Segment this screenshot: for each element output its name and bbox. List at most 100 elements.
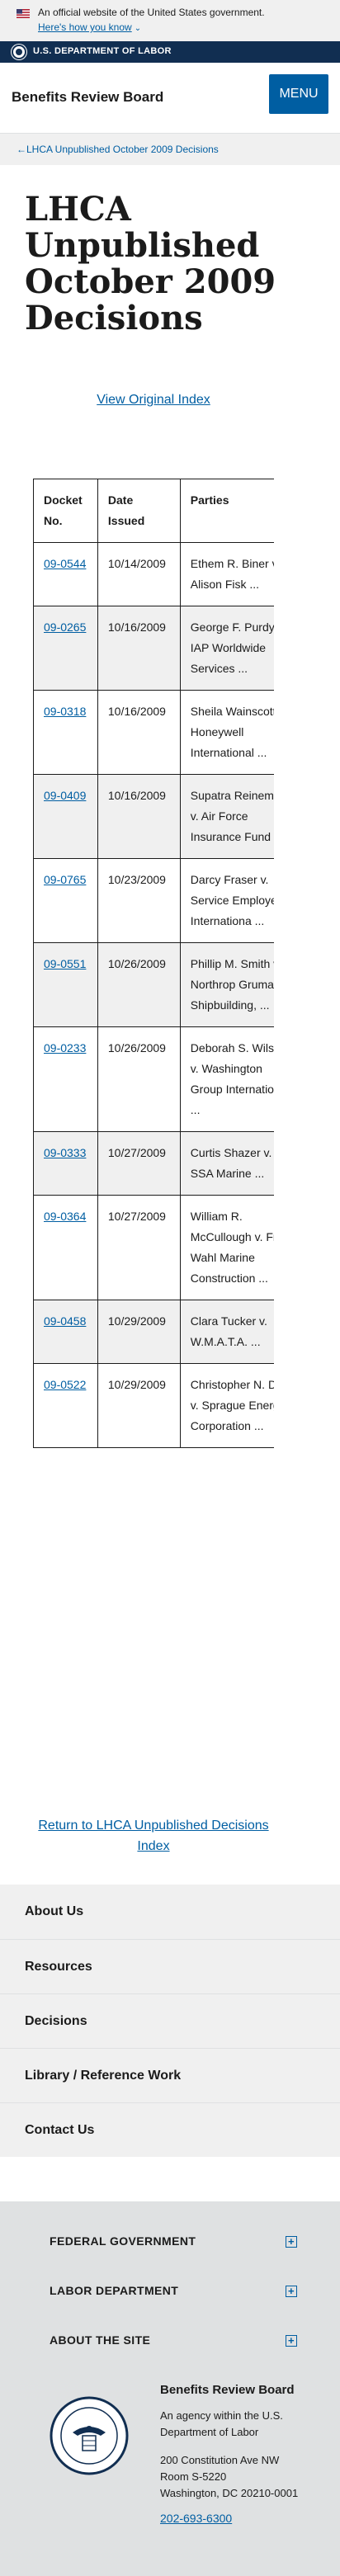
decisions-table: Docket No. Date Issued Parties 09-0544 1…: [33, 479, 274, 1448]
footer-nav-decisions[interactable]: Decisions: [0, 1993, 340, 2048]
docket-link[interactable]: 09-0265: [44, 620, 86, 634]
docket-link[interactable]: 09-0544: [44, 557, 86, 570]
parties-cell: Curtis Shazer v. SSA Marine ...: [179, 1131, 274, 1196]
parties-cell: Sheila Wainscott v. Honeywell Internatio…: [179, 690, 274, 775]
docket-cell: 09-0318: [33, 690, 98, 775]
dol-bar: U.S. DEPARTMENT OF LABOR: [0, 41, 340, 63]
docket-link[interactable]: 09-0364: [44, 1210, 86, 1223]
docket-link[interactable]: 09-0318: [44, 705, 86, 718]
date-cell: 10/16/2009: [97, 690, 181, 775]
how-you-know-label[interactable]: Here's how you know: [38, 21, 132, 33]
table-row: 09-0765 10/23/2009 Darcy Fraser v. Servi…: [33, 858, 274, 943]
footer-address-1: 200 Constitution Ave NW: [160, 2454, 280, 2466]
docket-cell: 09-0544: [33, 542, 98, 606]
accordion-label[interactable]: LABOR DEPARTMENT: [50, 2284, 178, 2297]
footer-address-3: Washington, DC 20210-0001: [160, 2487, 299, 2499]
docket-cell: 09-0333: [33, 1131, 98, 1196]
docket-cell: 09-0551: [33, 942, 98, 1027]
footer-nav-library[interactable]: Library / Reference Work: [0, 2048, 340, 2102]
docket-cell: 09-0364: [33, 1195, 98, 1300]
dol-seal-icon[interactable]: [12, 45, 26, 59]
footer-accordion-about-the-site[interactable]: ABOUT THE SITE +: [50, 2333, 297, 2353]
dol-name-link[interactable]: U.S. DEPARTMENT OF LABOR: [33, 46, 172, 56]
footer-nav: About Us Resources Decisions Library / R…: [0, 1885, 340, 2157]
date-cell: 10/27/2009: [97, 1131, 181, 1196]
table-row: 09-0364 10/27/2009 William R. McCullough…: [33, 1195, 274, 1300]
parties-cell: William R. McCullough v. Fred Wahl Marin…: [179, 1195, 274, 1300]
footer-accordion-federal-government[interactable]: FEDERAL GOVERNMENT +: [50, 2234, 297, 2254]
accordion-label[interactable]: FEDERAL GOVERNMENT: [50, 2234, 196, 2248]
plus-icon[interactable]: +: [286, 2236, 297, 2248]
parties-cell: George F. Purdy v. IAP Worldwide Service…: [179, 606, 274, 691]
parties-cell: Darcy Fraser v. Service Employees Intern…: [179, 858, 274, 943]
date-cell: 10/26/2009: [97, 1026, 181, 1132]
table-row: 09-0265 10/16/2009 George F. Purdy v. IA…: [33, 606, 274, 691]
header-parties: Parties: [179, 479, 274, 543]
docket-link[interactable]: 09-0551: [44, 957, 86, 970]
date-cell: 10/29/2009: [97, 1300, 181, 1364]
accordion-label[interactable]: ABOUT THE SITE: [50, 2333, 150, 2347]
docket-link[interactable]: 09-0233: [44, 1041, 86, 1054]
docket-cell: 09-0458: [33, 1300, 98, 1364]
header-date: Date Issued: [97, 479, 181, 543]
footer-accordion-labor-department[interactable]: LABOR DEPARTMENT +: [50, 2284, 297, 2304]
table-header-row: Docket No. Date Issued Parties: [33, 479, 274, 543]
docket-cell: 09-0265: [33, 606, 98, 691]
table-row: 09-0333 10/27/2009 Curtis Shazer v. SSA …: [33, 1131, 274, 1196]
view-original-index-link[interactable]: View Original Index: [0, 393, 307, 408]
docket-link[interactable]: 09-0333: [44, 1146, 86, 1159]
parties-cell: Christopher N. Dean v. Sprague Energy Co…: [179, 1363, 274, 1448]
header-docket: Docket No.: [33, 479, 98, 543]
return-to-index-link[interactable]: Return to LHCA Unpublished Decisions Ind…: [25, 1815, 282, 1857]
docket-cell: 09-0765: [33, 858, 98, 943]
page-title: LHCA Unpublished October 2009 Decisions: [25, 190, 276, 337]
date-cell: 10/23/2009: [97, 858, 181, 943]
us-flag-icon: [17, 9, 30, 18]
how-you-know-link[interactable]: Here's how you know ⌄: [38, 21, 141, 33]
menu-button[interactable]: MENU: [269, 74, 328, 114]
gov-banner: An official website of the United States…: [0, 0, 340, 41]
date-cell: 10/26/2009: [97, 942, 181, 1027]
breadcrumb-link[interactable]: ←LHCA Unpublished October 2009 Decisions: [17, 144, 219, 155]
date-cell: 10/29/2009: [97, 1363, 181, 1448]
footer-address-2: Room S-5220: [160, 2470, 227, 2483]
parties-cell: Phillip M. Smith v. Northrop Gruman Ship…: [179, 942, 274, 1027]
docket-link[interactable]: 09-0409: [44, 789, 86, 802]
docket-link[interactable]: 09-0458: [44, 1314, 86, 1328]
table-row: 09-0233 10/26/2009 Deborah S. Wilson v. …: [33, 1026, 274, 1132]
table-row: 09-0409 10/16/2009 Supatra Reinemann v. …: [33, 774, 274, 859]
table-row: 09-0318 10/16/2009 Sheila Wainscott v. H…: [33, 690, 274, 775]
parties-cell: Clara Tucker v. W.M.A.T.A. ...: [179, 1300, 274, 1364]
plus-icon[interactable]: +: [286, 2286, 297, 2297]
footer-nav-resources[interactable]: Resources: [0, 1939, 340, 1993]
footer-agency-name: Benefits Review Board: [160, 2383, 295, 2397]
plus-icon[interactable]: +: [286, 2335, 297, 2347]
parties-cell: Deborah S. Wilson v. Washington Group In…: [179, 1026, 274, 1132]
docket-link[interactable]: 09-0765: [44, 873, 86, 886]
docket-link[interactable]: 09-0522: [44, 1378, 86, 1391]
decisions-table-scroll[interactable]: Docket No. Date Issued Parties 09-0544 1…: [33, 479, 274, 1448]
site-header: Benefits Review Board MENU: [0, 63, 340, 134]
docket-cell: 09-0409: [33, 774, 98, 859]
date-cell: 10/27/2009: [97, 1195, 181, 1300]
official-site-text: An official website of the United States…: [38, 7, 265, 18]
footer-nav-about-us[interactable]: About Us: [0, 1885, 340, 1939]
arrow-left-icon[interactable]: ←: [17, 144, 26, 155]
chevron-down-icon[interactable]: ⌄: [135, 24, 141, 33]
docket-cell: 09-0233: [33, 1026, 98, 1132]
table-row: 09-0522 10/29/2009 Christopher N. Dean v…: [33, 1363, 274, 1448]
parties-cell: Supatra Reinemann v. Air Force Insurance…: [179, 774, 274, 859]
footer-nav-contact-us[interactable]: Contact Us: [0, 2102, 340, 2157]
footer-agency-desc-1: An agency within the U.S.: [160, 2409, 283, 2422]
table-row: 09-0551 10/26/2009 Phillip M. Smith v. N…: [33, 942, 274, 1027]
table-row: 09-0544 10/14/2009 Ethem R. Biner v. Ali…: [33, 542, 274, 606]
docket-cell: 09-0522: [33, 1363, 98, 1448]
parties-cell: Ethem R. Biner v. Alison Fisk ...: [179, 542, 274, 606]
breadcrumb-label[interactable]: LHCA Unpublished October 2009 Decisions: [26, 144, 219, 155]
date-cell: 10/16/2009: [97, 774, 181, 859]
dol-seal-logo: [50, 2396, 129, 2475]
breadcrumb: ←LHCA Unpublished October 2009 Decisions: [0, 134, 340, 165]
table-row: 09-0458 10/29/2009 Clara Tucker v. W.M.A…: [33, 1300, 274, 1364]
site-title[interactable]: Benefits Review Board: [12, 89, 163, 106]
footer-phone-link[interactable]: 202-693-6300: [160, 2512, 232, 2525]
